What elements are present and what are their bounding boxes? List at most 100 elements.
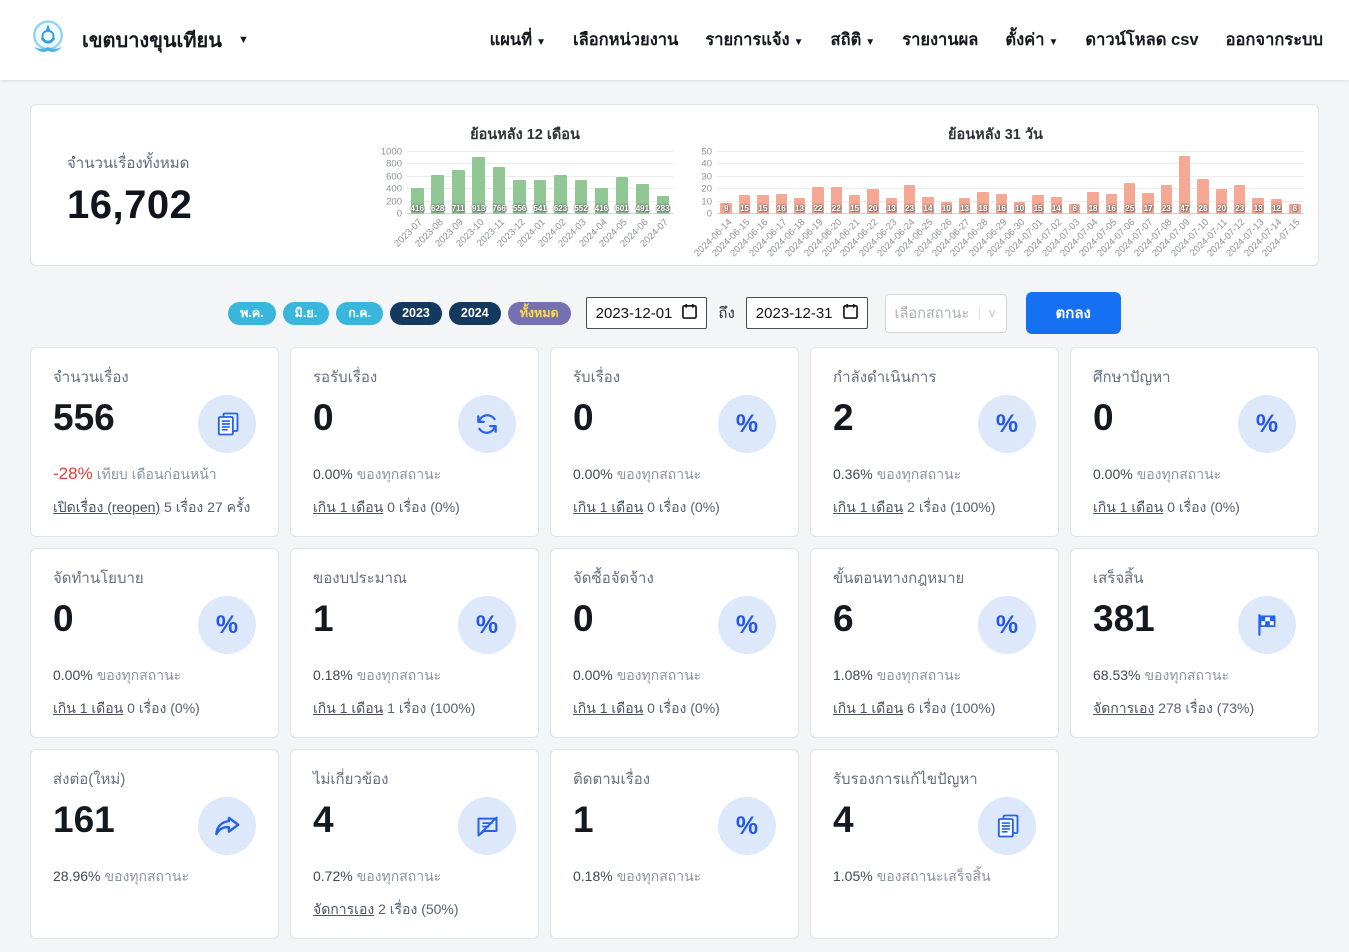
- filter-chip-3[interactable]: 2023: [390, 302, 442, 325]
- bar-value-label: 23: [905, 205, 914, 213]
- bar-value-label: 13: [960, 205, 969, 213]
- bar-value-label: 623: [554, 205, 567, 213]
- card-stat-suffix: เทียบ เดือนก่อนหน้า: [97, 466, 217, 482]
- bar: 416: [591, 152, 611, 214]
- nav-item-5[interactable]: ตั้งค่า▼: [1005, 27, 1058, 53]
- percent-icon: %: [978, 596, 1036, 654]
- card-stat-line: 0.00%ของทุกสถานะ: [313, 464, 516, 486]
- card-stat-value: 0.18%: [573, 868, 613, 884]
- y-tick-label: 200: [386, 196, 402, 207]
- bar-value-label: 18: [979, 205, 988, 213]
- bar-value-label: 766: [492, 205, 505, 213]
- card-link[interactable]: เกิน 1 เดือน: [833, 499, 903, 515]
- calendar-icon: [843, 303, 858, 323]
- card-link[interactable]: เกิน 1 เดือน: [573, 499, 643, 515]
- card-link[interactable]: เกิน 1 เดือน: [573, 700, 643, 716]
- card-stat-suffix: ของทุกสถานะ: [1137, 466, 1222, 482]
- card-link[interactable]: จัดการเอง: [313, 901, 374, 917]
- chart-31-days-title: ย้อนหลัง 31 วัน: [687, 123, 1304, 146]
- x-axis: 2023-072023-082023-092023-102023-112023-…: [407, 214, 673, 262]
- bar-value-label: 10: [1015, 205, 1024, 213]
- card-value: 1: [313, 596, 334, 642]
- filter-chip-0[interactable]: พ.ค.: [228, 302, 276, 325]
- status-card: รับเรื่อง0%0.00%ของทุกสถานะเกิน 1 เดือน …: [550, 347, 799, 537]
- card-title: เสร็จสิ้น: [1093, 566, 1296, 590]
- apply-filter-button[interactable]: ตกลง: [1026, 292, 1121, 334]
- card-link-rest: 0 เรื่อง (0%): [127, 700, 200, 716]
- card-stat-value: 0.00%: [53, 667, 93, 683]
- bar: 12: [1267, 152, 1285, 214]
- status-card: จัดซื้อจัดจ้าง0%0.00%ของทุกสถานะเกิน 1 เ…: [550, 548, 799, 738]
- card-link[interactable]: เกิน 1 เดือน: [1093, 499, 1163, 515]
- card-title: ของบประมาณ: [313, 566, 516, 590]
- summary-panel: จำนวนเรื่องทั้งหมด 16,702 ย้อนหลัง 12 เด…: [30, 104, 1319, 266]
- card-link-rest: 0 เรื่อง (0%): [647, 499, 720, 515]
- card-stat-suffix: ของทุกสถานะ: [877, 667, 962, 683]
- date-to-input[interactable]: 2023-12-31: [746, 297, 868, 329]
- card-title: รับเรื่อง: [573, 365, 776, 389]
- bar: 13: [790, 152, 808, 214]
- status-card: เสร็จสิ้น38168.53%ของทุกสถานะจัดการเอง 2…: [1070, 548, 1319, 738]
- filter-chip-2[interactable]: ก.ค.: [336, 302, 383, 325]
- nav-item-7[interactable]: ออกจากระบบ: [1226, 27, 1323, 53]
- bar: 22: [827, 152, 845, 214]
- bar-value-label: 283: [656, 205, 669, 213]
- card-stat-value: 0.00%: [313, 466, 353, 482]
- bar-value-label: 20: [1217, 205, 1226, 213]
- filter-chip-5[interactable]: ทั้งหมด: [508, 302, 571, 325]
- bar: 283: [653, 152, 673, 214]
- bar: 10: [937, 152, 955, 214]
- card-link[interactable]: เปิดเรื่อง (reopen): [53, 499, 160, 515]
- bar-value-label: 28: [1199, 205, 1208, 213]
- card-link-rest: 1 เรื่อง (100%): [387, 700, 475, 716]
- y-tick-label: 800: [386, 159, 402, 170]
- card-link[interactable]: เกิน 1 เดือน: [833, 700, 903, 716]
- nav-item-2[interactable]: รายการแจ้ง▼: [705, 27, 803, 53]
- bar: 15: [1029, 152, 1047, 214]
- card-value: 0: [1093, 395, 1114, 441]
- card-value: 1: [573, 797, 594, 843]
- card-stat-suffix: ของทุกสถานะ: [97, 667, 182, 683]
- card-link[interactable]: เกิน 1 เดือน: [313, 700, 383, 716]
- filter-chip-1[interactable]: มิ.ย.: [283, 302, 330, 325]
- card-link[interactable]: เกิน 1 เดือน: [53, 700, 123, 716]
- card-stat-line: 0.18%ของทุกสถานะ: [313, 665, 516, 687]
- card-stat-value: 0.36%: [833, 466, 873, 482]
- status-cards-grid: จำนวนเรื่อง556-28%เทียบ เดือนก่อนหน้าเปิ…: [30, 347, 1319, 939]
- filter-chip-4[interactable]: 2024: [449, 302, 501, 325]
- card-link[interactable]: เกิน 1 เดือน: [313, 499, 383, 515]
- date-from-input[interactable]: 2023-12-01: [586, 297, 708, 329]
- nav-item-0[interactable]: แผนที่▼: [490, 27, 546, 53]
- card-stat-suffix: ของทุกสถานะ: [617, 667, 702, 683]
- card-value: 0: [313, 395, 334, 441]
- bar: 13: [1249, 152, 1267, 214]
- bar-value-label: 416: [595, 205, 608, 213]
- card-link[interactable]: จัดการเอง: [1093, 700, 1154, 716]
- nav-item-4[interactable]: รายงานผล: [902, 27, 978, 53]
- bar: 23: [900, 152, 918, 214]
- status-select[interactable]: เลือกสถานะ ∨: [885, 294, 1007, 333]
- bar-value-label: 8: [1293, 205, 1297, 213]
- bar: 552: [571, 152, 591, 214]
- date-from-value: 2023-12-01: [596, 305, 673, 322]
- bar-value-label: 601: [615, 205, 628, 213]
- card-link-rest: 0 เรื่อง (0%): [647, 700, 720, 716]
- card-title: ติดตามเรื่อง: [573, 767, 776, 791]
- card-stat-suffix: ของทุกสถานะ: [1144, 667, 1229, 683]
- percent-icon: %: [718, 797, 776, 855]
- y-tick-label: 40: [701, 159, 712, 170]
- nav-item-6[interactable]: ดาวน์โหลด csv: [1085, 27, 1198, 53]
- bar-value-label: 10: [942, 205, 951, 213]
- y-tick-label: 30: [701, 171, 712, 182]
- nav-item-1[interactable]: เลือกหน่วยงาน: [573, 27, 678, 53]
- bar-value-label: 491: [636, 205, 649, 213]
- bar: 13: [882, 152, 900, 214]
- bar: 711: [448, 152, 468, 214]
- nav-item-3[interactable]: สถิติ▼: [831, 27, 876, 53]
- bar-value-label: 18: [1089, 205, 1098, 213]
- bar-value-label: 14: [924, 205, 933, 213]
- district-switcher[interactable]: เขตบางขุนเทียน ▼: [26, 16, 249, 65]
- nav-item-label: รายการแจ้ง: [705, 31, 789, 49]
- bar-value-label: 15: [758, 205, 767, 213]
- status-card: รับรองการแก้ไขปัญหา41.05%ของสถานะเสร็จสิ…: [810, 749, 1059, 939]
